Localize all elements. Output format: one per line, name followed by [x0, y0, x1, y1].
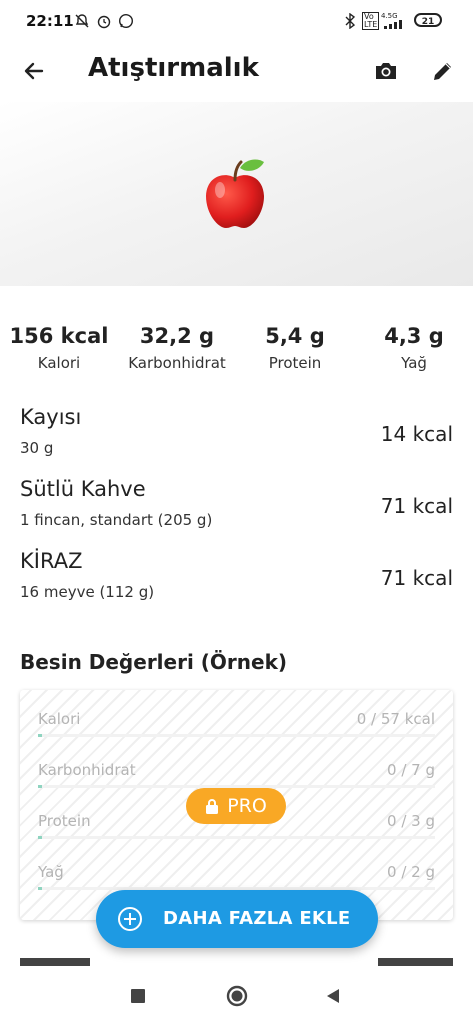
- protein-label: Protein: [268, 354, 322, 372]
- nutrient-progress-fill: [38, 836, 42, 839]
- nutrient-progress-fill: [38, 785, 42, 788]
- camera-icon: [376, 63, 396, 79]
- nutrient-progress-track: [38, 734, 435, 737]
- nutrient-label: Karbonhidrat: [38, 761, 136, 779]
- nutrient-progress-fill: [38, 734, 42, 737]
- edit-button[interactable]: [423, 51, 463, 91]
- lock-icon: [206, 799, 219, 814]
- calories-value: 156 kcal: [9, 324, 109, 348]
- signal-icon: [384, 18, 408, 33]
- pro-label: PRO: [227, 795, 267, 817]
- notifications-off-icon: [74, 13, 90, 33]
- food-item[interactable]: KİRAZ 16 meyve (112 g) 71 kcal: [0, 549, 473, 613]
- fat-label: Yağ: [401, 354, 427, 372]
- nutrient-value: 0 / 57 kcal: [356, 710, 435, 728]
- nutrient-label: Yağ: [38, 863, 64, 881]
- summary-fat: 4,3 g Yağ: [355, 324, 473, 372]
- protein-value: 5,4 g: [265, 324, 325, 348]
- camera-button[interactable]: [366, 51, 406, 91]
- circle-icon: [226, 985, 248, 1007]
- food-name: Kayısı: [20, 405, 82, 429]
- summary-calories: 156 kcal Kalori: [0, 324, 118, 372]
- page-title: Atıştırmalık: [88, 53, 259, 83]
- system-nav-bar: [0, 966, 473, 1024]
- food-name: KİRAZ: [20, 549, 83, 573]
- food-item[interactable]: Sütlü Kahve 1 fincan, standart (205 g) 7…: [0, 477, 473, 541]
- square-icon: [131, 989, 145, 1003]
- pro-unlock-button[interactable]: PRO: [186, 788, 286, 824]
- pencil-icon: [434, 63, 451, 80]
- whatsapp-icon: [118, 13, 134, 33]
- system-back-button[interactable]: [313, 980, 353, 1012]
- summary-protein: 5,4 g Protein: [236, 324, 354, 372]
- meal-image-area: [0, 102, 473, 286]
- food-item[interactable]: Kayısı 30 g 14 kcal: [0, 405, 473, 469]
- nutrient-progress-fill: [38, 887, 42, 890]
- nutrient-value: 0 / 2 g: [387, 863, 435, 881]
- nutrient-value: 0 / 7 g: [387, 761, 435, 779]
- red-apple-icon: [206, 159, 264, 228]
- nutrient-progress-track: [38, 836, 435, 839]
- food-portion: 16 meyve (112 g): [20, 583, 155, 601]
- bluetooth-icon: [344, 12, 356, 33]
- add-circle-icon: [118, 907, 142, 931]
- calories-label: Kalori: [37, 354, 81, 372]
- recent-apps-button[interactable]: [118, 980, 158, 1012]
- status-bar: 22:11 Vo LTE 4.5G 21: [0, 0, 473, 40]
- add-more-button[interactable]: DAHA FAZLA EKLE: [96, 890, 378, 948]
- alarm-icon: [96, 13, 112, 33]
- food-kcal: 71 kcal: [380, 566, 453, 590]
- arrow-back-icon: [24, 62, 44, 80]
- food-portion: 1 fincan, standart (205 g): [20, 511, 213, 529]
- add-more-label: DAHA FAZLA EKLE: [163, 908, 351, 929]
- fat-value: 4,3 g: [384, 324, 444, 348]
- triangle-back-icon: [327, 989, 339, 1003]
- status-time: 22:11: [26, 12, 74, 30]
- food-kcal: 71 kcal: [380, 494, 453, 518]
- nutrients-heading: Besin Değerleri (Örnek): [20, 650, 288, 674]
- nutrient-value: 0 / 3 g: [387, 812, 435, 830]
- nutrient-label: Kalori: [38, 710, 81, 728]
- carbs-label: Karbonhidrat: [128, 354, 226, 372]
- food-kcal: 14 kcal: [380, 422, 453, 446]
- nutrient-row: Kalori 0 / 57 kcal: [38, 710, 435, 750]
- home-button[interactable]: [217, 980, 257, 1012]
- food-name: Sütlü Kahve: [20, 477, 146, 501]
- carbs-value: 32,2 g: [139, 324, 215, 348]
- app-bar: Atıştırmalık: [0, 40, 473, 102]
- food-portion: 30 g: [20, 439, 54, 457]
- battery-indicator: 21: [414, 13, 442, 27]
- nutrient-label: Protein: [38, 812, 91, 830]
- back-button[interactable]: [14, 51, 54, 91]
- volte-icon: Vo LTE: [362, 12, 380, 30]
- summary-carbs: 32,2 g Karbonhidrat: [118, 324, 236, 372]
